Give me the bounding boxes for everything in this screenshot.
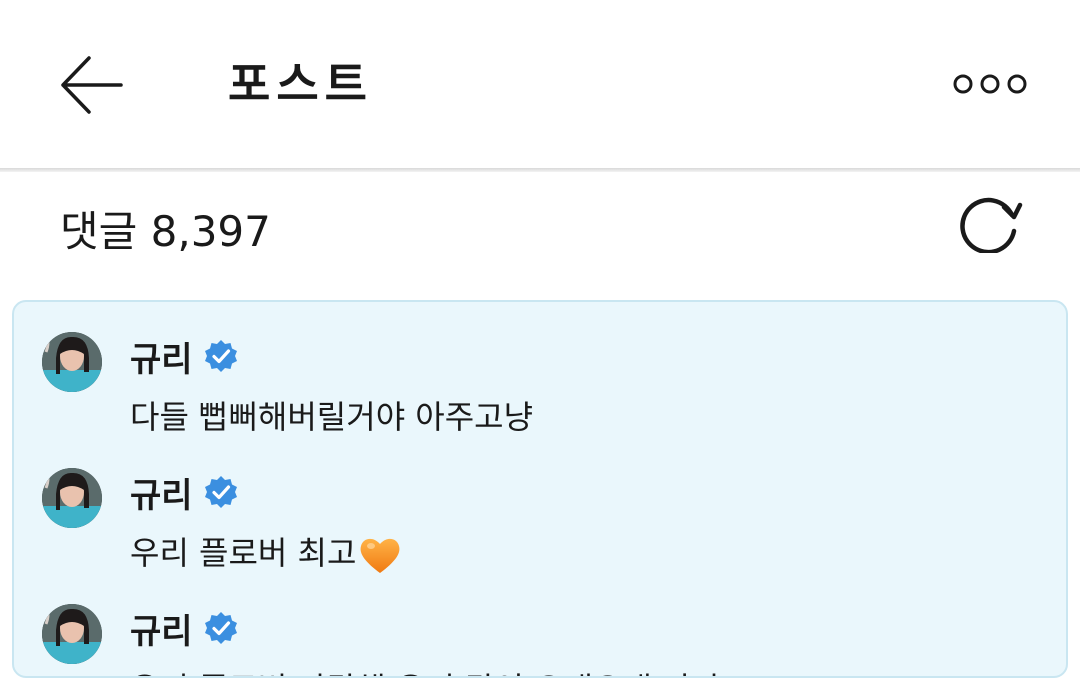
comment-item[interactable]: 규리 다들 뻡뻐해버릴거야 아주고냥: [14, 302, 1066, 438]
verified-badge-icon: [203, 474, 239, 510]
comment-text-row: 우리 플로버 최고: [130, 528, 402, 575]
username[interactable]: 규리: [130, 332, 193, 381]
orange-heart-icon: [361, 538, 400, 573]
refresh-button[interactable]: [956, 190, 1028, 256]
avatar[interactable]: [42, 332, 102, 392]
comment-item[interactable]: 규리 우리 플로버 최고: [14, 438, 1066, 574]
username-row: 규리: [130, 468, 239, 517]
comments-count-title: 댓글 8,397: [60, 207, 271, 256]
post-screen: 포스트 댓글 8,397 규리 다들 뻡뻐해버릴거야 아주고냥 규리 우리 플로…: [0, 0, 1080, 694]
comment-text: 다들 뻡뻐해버릴거야 아주고냥: [130, 398, 534, 436]
username[interactable]: 규리: [130, 604, 193, 653]
comments-list[interactable]: 규리 다들 뻡뻐해버릴거야 아주고냥 규리 우리 플로버 최고 규리: [12, 300, 1068, 678]
username-row: 규리: [130, 332, 239, 381]
username[interactable]: 규리: [130, 468, 193, 517]
avatar[interactable]: [42, 468, 102, 528]
refresh-icon: [960, 197, 1023, 253]
arrow-left-icon: [61, 56, 123, 114]
comment-text: 우리 플로버 사랑해 우리 같이 오래오래 가자 ♡: [130, 664, 760, 676]
comment-item[interactable]: 규리 우리 플로버 사랑해 우리 같이 오래오래 가자 ♡: [14, 574, 1066, 676]
back-button[interactable]: [50, 50, 130, 120]
top-bar: 포스트: [0, 0, 1080, 168]
comment-text: 우리 플로버 최고: [130, 534, 357, 572]
username-row: 규리: [130, 604, 239, 653]
more-options-icon: [953, 74, 1027, 94]
verified-badge-icon: [203, 338, 239, 374]
comments-header: 댓글 8,397: [0, 172, 1080, 290]
avatar[interactable]: [42, 604, 102, 664]
page-title: 포스트: [228, 57, 373, 111]
more-options-button[interactable]: [948, 62, 1032, 106]
verified-badge-icon: [203, 610, 239, 646]
